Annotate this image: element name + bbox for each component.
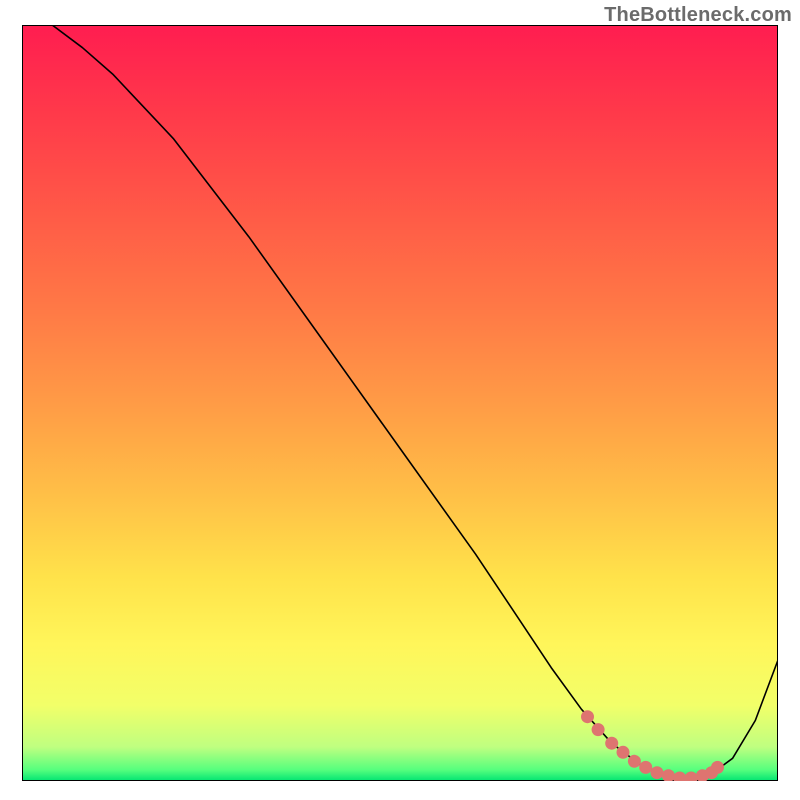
- gradient-background: [22, 25, 778, 781]
- valley-marker: [581, 710, 594, 723]
- valley-marker: [605, 737, 618, 750]
- valley-marker: [711, 761, 724, 774]
- valley-marker: [628, 755, 641, 768]
- valley-marker: [639, 761, 652, 774]
- plot-area: [22, 25, 778, 781]
- valley-marker: [592, 723, 605, 736]
- watermark-text: TheBottleneck.com: [604, 4, 792, 27]
- valley-marker: [651, 766, 664, 779]
- chart-stage: TheBottleneck.com: [0, 0, 800, 800]
- valley-marker: [617, 746, 630, 759]
- chart-svg: [22, 25, 778, 781]
